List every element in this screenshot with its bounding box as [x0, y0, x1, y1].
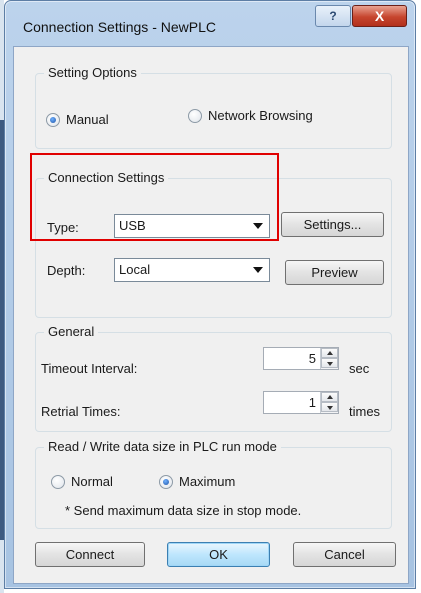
retrial-times-stepper[interactable]: 1: [263, 391, 339, 414]
retrial-unit: times: [349, 404, 381, 419]
radio-normal-indicator[interactable]: [51, 474, 65, 489]
chevron-down-icon: [253, 223, 263, 229]
retrial-times-value: 1: [308, 395, 316, 410]
stop-mode-note: * Send maximum data size in stop mode.: [65, 503, 302, 518]
spin-up-icon[interactable]: [321, 348, 338, 358]
type-label: Type:: [47, 220, 79, 235]
setting-options-legend: Setting Options: [44, 65, 141, 80]
settings-button[interactable]: Settings...: [281, 212, 384, 237]
read-write-group: Read / Write data size in PLC run mode N…: [35, 439, 392, 529]
connection-settings-group: Connection Settings Type: USB Settings..…: [35, 170, 392, 318]
timeout-interval-value: 5: [308, 351, 316, 366]
radio-normal-label: Normal: [71, 474, 113, 489]
radio-normal[interactable]: Normal: [51, 474, 113, 489]
radio-network-browsing[interactable]: Network Browsing: [188, 108, 313, 123]
retrial-times-label: Retrial Times:: [41, 404, 121, 419]
chevron-down-icon: [253, 267, 263, 273]
radio-manual[interactable]: Manual: [46, 112, 109, 127]
connection-settings-dialog: Connection Settings - NewPLC ? X Setting…: [4, 0, 416, 589]
close-button[interactable]: X: [352, 5, 407, 27]
help-button[interactable]: ?: [315, 5, 351, 27]
radio-network-browsing-label: Network Browsing: [208, 108, 313, 123]
timeout-interval-stepper[interactable]: 5: [263, 347, 339, 370]
cancel-button[interactable]: Cancel: [293, 542, 396, 567]
spin-down-icon[interactable]: [321, 358, 338, 368]
timeout-interval-label: Timeout Interval:: [41, 361, 138, 376]
radio-maximum[interactable]: Maximum: [159, 474, 235, 489]
radio-maximum-indicator[interactable]: [159, 474, 173, 489]
general-legend: General: [44, 324, 99, 339]
spin-up-icon[interactable]: [321, 392, 338, 402]
title-bar[interactable]: Connection Settings - NewPLC ? X: [5, 1, 415, 41]
spin-down-icon[interactable]: [321, 402, 338, 412]
timeout-spin-control: [320, 348, 338, 369]
connection-settings-legend: Connection Settings: [44, 170, 169, 185]
radio-network-browsing-indicator[interactable]: [188, 108, 202, 123]
dialog-body: Setting Options Manual Network Browsing …: [13, 46, 409, 584]
window-title: Connection Settings - NewPLC: [23, 19, 216, 35]
radio-maximum-label: Maximum: [179, 474, 236, 489]
depth-dropdown-value: Local: [119, 262, 151, 277]
type-dropdown[interactable]: USB: [114, 214, 270, 238]
preview-button[interactable]: Preview: [285, 260, 384, 285]
ok-button[interactable]: OK: [167, 542, 270, 567]
radio-manual-indicator[interactable]: [46, 112, 60, 127]
timeout-unit: sec: [349, 361, 370, 376]
general-group: General Timeout Interval: 5 sec Retrial …: [35, 324, 392, 432]
depth-dropdown[interactable]: Local: [114, 258, 270, 282]
setting-options-group: Setting Options Manual Network Browsing: [35, 65, 392, 149]
connect-button[interactable]: Connect: [35, 542, 145, 567]
read-write-legend: Read / Write data size in PLC run mode: [44, 439, 281, 454]
type-dropdown-value: USB: [119, 218, 146, 233]
depth-label: Depth:: [47, 263, 86, 278]
radio-manual-label: Manual: [66, 112, 109, 127]
retrial-spin-control: [320, 392, 338, 413]
